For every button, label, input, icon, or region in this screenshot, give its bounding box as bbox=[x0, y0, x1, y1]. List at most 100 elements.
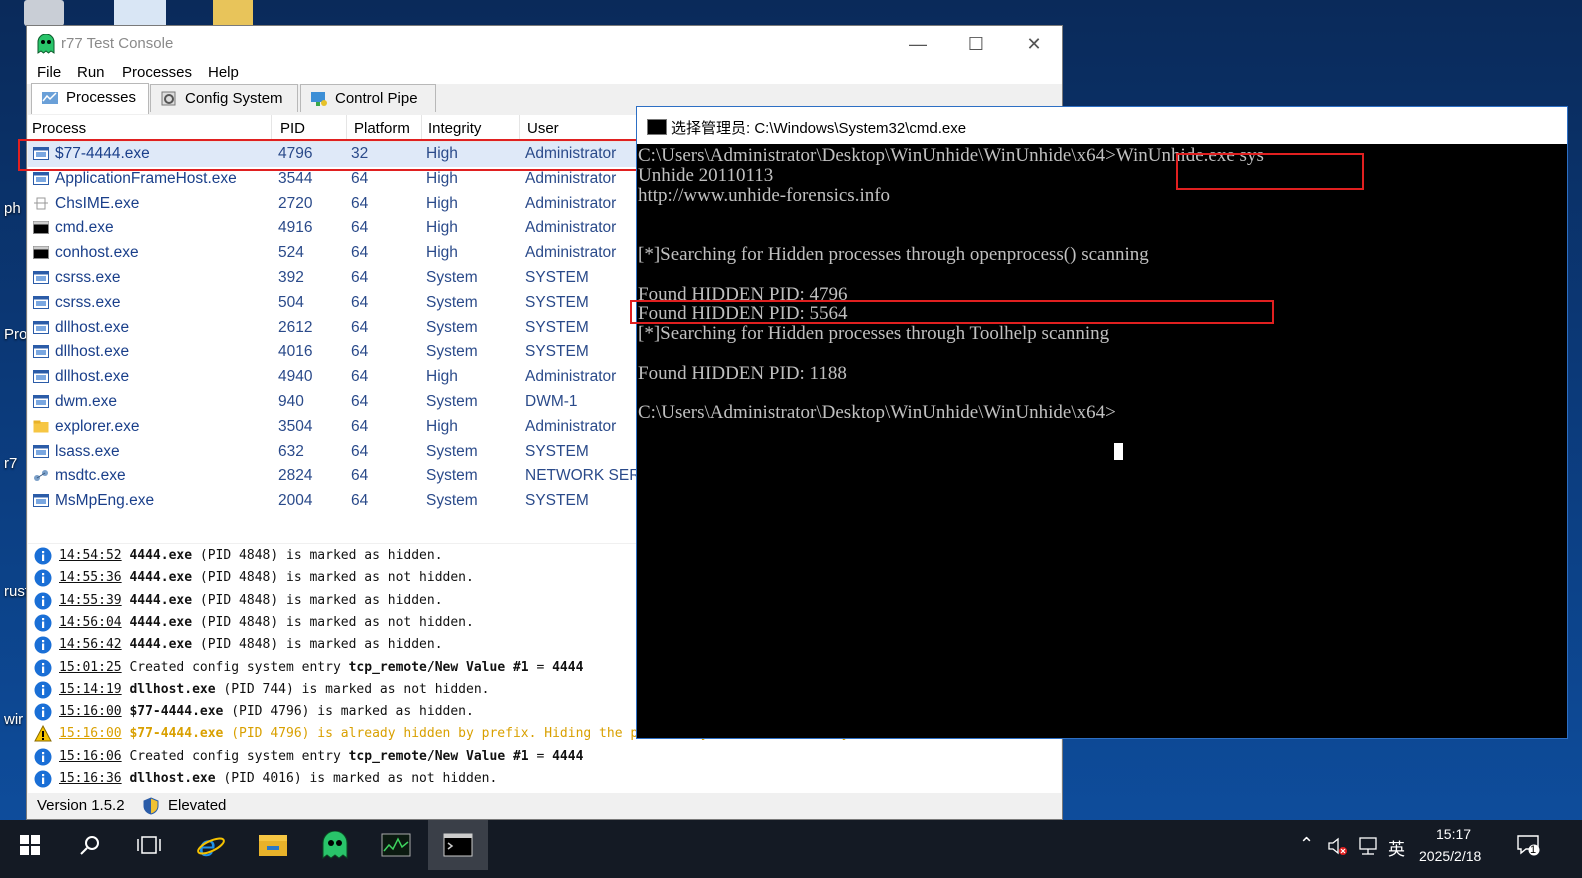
log-prefix: Created config system entry bbox=[129, 659, 349, 675]
file-explorer-icon bbox=[259, 835, 287, 856]
log-time[interactable]: 15:16:36 bbox=[59, 771, 122, 786]
tab-control-pipe[interactable]: Control Pipe bbox=[300, 84, 436, 112]
desktop-label-r7[interactable]: r7 bbox=[4, 455, 17, 472]
taskbar-ie[interactable]: e bbox=[181, 820, 241, 870]
taskbar-explorer[interactable] bbox=[242, 820, 302, 870]
show-hidden-icons-icon[interactable]: ⌃ bbox=[1299, 834, 1314, 855]
process-name: dllhost.exe bbox=[55, 343, 130, 361]
menu-bar: File Run Processes Help bbox=[27, 62, 1062, 84]
process-integrity: System bbox=[426, 392, 478, 410]
process-integrity: High bbox=[426, 169, 458, 187]
log-time[interactable]: 15:16:00 bbox=[59, 726, 122, 741]
process-row[interactable]: msdtc.exe 2824 64 System NETWORK SERV bbox=[28, 464, 640, 489]
process-pid: 632 bbox=[278, 442, 304, 460]
shield-icon bbox=[143, 797, 159, 815]
process-row[interactable]: csrss.exe 392 64 System SYSTEM bbox=[28, 266, 640, 291]
process-user: Administrator bbox=[525, 219, 617, 237]
task-view-button[interactable] bbox=[120, 820, 180, 870]
process-row[interactable]: dwm.exe 940 64 System DWM-1 bbox=[28, 390, 640, 415]
taskbar-r77[interactable] bbox=[304, 820, 364, 870]
tab-control-pipe-label: Control Pipe bbox=[335, 90, 418, 107]
log-subject: dllhost.exe bbox=[129, 681, 216, 697]
process-row[interactable]: explorer.exe 3504 64 High Administrator bbox=[28, 415, 640, 440]
menu-run[interactable]: Run bbox=[77, 64, 105, 81]
process-name: dllhost.exe bbox=[55, 318, 130, 336]
log-subject: tcp_remote/New Value #1 bbox=[348, 659, 529, 675]
process-platform: 64 bbox=[351, 318, 369, 336]
clock-time[interactable]: 15:17 bbox=[1436, 826, 1471, 842]
log-time[interactable]: 14:56:42 bbox=[59, 637, 122, 652]
log-time[interactable]: 15:14:19 bbox=[59, 682, 122, 697]
window-icon bbox=[33, 394, 49, 408]
process-integrity: System bbox=[426, 442, 478, 460]
log-time[interactable]: 14:56:04 bbox=[59, 615, 122, 630]
search-button[interactable] bbox=[60, 820, 120, 870]
process-row[interactable]: csrss.exe 504 64 System SYSTEM bbox=[28, 291, 640, 316]
log-time[interactable]: 15:16:00 bbox=[59, 704, 122, 719]
menu-file[interactable]: File bbox=[37, 64, 61, 81]
r77-titlebar[interactable]: r77 Test Console — ☐ ✕ bbox=[27, 26, 1062, 62]
network-icon[interactable] bbox=[1357, 836, 1379, 856]
process-user: Administrator bbox=[525, 368, 617, 386]
process-row[interactable]: dllhost.exe 4940 64 High Administrator bbox=[28, 365, 640, 390]
highlight-selected-process bbox=[18, 139, 644, 171]
log-time[interactable]: 14:55:39 bbox=[59, 593, 122, 608]
process-row[interactable]: MsMpEng.exe 2004 64 System SYSTEM bbox=[28, 489, 640, 514]
process-row[interactable]: ChsIME.exe 2720 64 High Administrator bbox=[28, 192, 640, 217]
process-row[interactable]: conhost.exe 524 64 High Administrator bbox=[28, 241, 640, 266]
notification-center-icon[interactable] bbox=[1517, 834, 1541, 856]
process-name: csrss.exe bbox=[55, 268, 121, 286]
process-platform: 64 bbox=[351, 244, 369, 262]
log-time[interactable]: 14:54:52 bbox=[59, 548, 122, 563]
desktop-label-ph[interactable]: ph bbox=[4, 200, 21, 217]
process-row[interactable]: cmd.exe 4916 64 High Administrator bbox=[28, 216, 640, 241]
log-message: (PID 4796) is marked as hidden. bbox=[223, 704, 474, 720]
input-method-indicator[interactable]: 英 bbox=[1388, 835, 1405, 860]
log-time[interactable]: 15:01:25 bbox=[59, 660, 122, 675]
command-prompt-icon bbox=[443, 833, 473, 857]
process-integrity: System bbox=[426, 293, 478, 311]
process-row[interactable]: lsass.exe 632 64 System SYSTEM bbox=[28, 440, 640, 465]
minimize-button[interactable]: — bbox=[889, 26, 947, 62]
menu-help[interactable]: Help bbox=[208, 64, 239, 81]
volume-muted-icon[interactable] bbox=[1327, 836, 1349, 856]
process-rows: $77-4444.exe 4796 32 High Administrator Appli… bbox=[28, 142, 640, 514]
info-icon bbox=[34, 614, 52, 632]
windows-logo-icon bbox=[20, 835, 40, 855]
desktop-pc-icon[interactable] bbox=[114, 0, 166, 26]
highlight-command bbox=[1176, 153, 1364, 190]
clock-date[interactable]: 2025/2/18 bbox=[1419, 848, 1481, 864]
desktop-label-pro[interactable]: Pro bbox=[4, 326, 27, 343]
process-row[interactable]: dllhost.exe 2612 64 System SYSTEM bbox=[28, 316, 640, 341]
col-user[interactable]: User bbox=[527, 120, 559, 137]
desktop-recycle-bin-icon[interactable] bbox=[24, 0, 64, 26]
ghost-icon bbox=[37, 34, 55, 54]
taskbar-cmd[interactable] bbox=[428, 820, 488, 870]
window-icon bbox=[33, 295, 49, 309]
menu-processes[interactable]: Processes bbox=[122, 64, 192, 81]
col-integrity[interactable]: Integrity bbox=[428, 120, 481, 137]
log-time[interactable]: 15:16:06 bbox=[59, 749, 122, 764]
tab-config-system[interactable]: Config System bbox=[150, 84, 298, 112]
col-pid[interactable]: PID bbox=[280, 120, 305, 137]
desktop-folder-icon[interactable] bbox=[213, 0, 253, 26]
desktop-label-wir[interactable]: wir bbox=[4, 711, 23, 728]
taskbar-task-manager[interactable] bbox=[366, 820, 426, 870]
process-platform: 64 bbox=[351, 343, 369, 361]
process-user: Administrator bbox=[525, 194, 617, 212]
info-icon bbox=[34, 770, 52, 788]
tab-processes[interactable]: Processes bbox=[31, 83, 149, 114]
log-value: 4444 bbox=[552, 659, 584, 675]
close-button[interactable]: ✕ bbox=[1005, 26, 1063, 62]
col-platform[interactable]: Platform bbox=[354, 120, 410, 137]
console-icon bbox=[33, 246, 49, 260]
log-time[interactable]: 14:55:36 bbox=[59, 570, 122, 585]
console-icon bbox=[647, 119, 667, 135]
cmd-titlebar[interactable]: 选择管理员: C:\Windows\System32\cmd.exe bbox=[637, 107, 1567, 144]
process-row[interactable]: dllhost.exe 4016 64 System SYSTEM bbox=[28, 340, 640, 365]
col-process[interactable]: Process bbox=[32, 120, 86, 137]
log-prefix: Created config system entry bbox=[129, 748, 349, 764]
maximize-button[interactable]: ☐ bbox=[947, 26, 1005, 62]
start-button[interactable] bbox=[0, 820, 60, 870]
process-platform: 64 bbox=[351, 417, 369, 435]
